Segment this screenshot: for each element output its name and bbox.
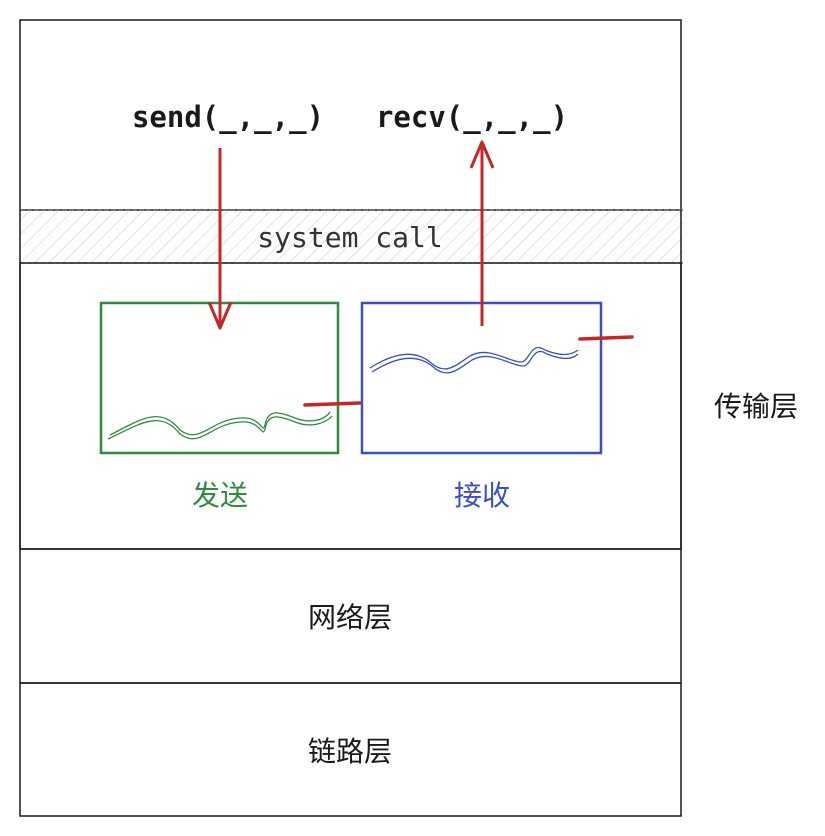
send-call-label: send(_,_,_) — [132, 100, 324, 134]
recv-buffer-data-wave — [369, 347, 579, 370]
recv-buffer-marker — [578, 335, 634, 341]
recv-call-label: recv(_,_,_) — [376, 100, 568, 134]
send-buffer-marker — [303, 401, 362, 407]
network-stack-diagram: send(_,_,_) recv(_,_,_) system call 发送 接… — [19, 19, 798, 817]
application-layer-box — [19, 19, 682, 211]
send-buffer-label: 发送 — [192, 479, 248, 512]
transport-layer-label: 传输层 — [714, 390, 798, 423]
system-call-label: system call — [257, 221, 442, 254]
recv-buffer-label: 接收 — [454, 479, 510, 512]
network-layer-label: 网络层 — [308, 601, 392, 634]
transport-layer-box — [19, 262, 682, 550]
link-layer-label: 链路层 — [308, 735, 392, 768]
